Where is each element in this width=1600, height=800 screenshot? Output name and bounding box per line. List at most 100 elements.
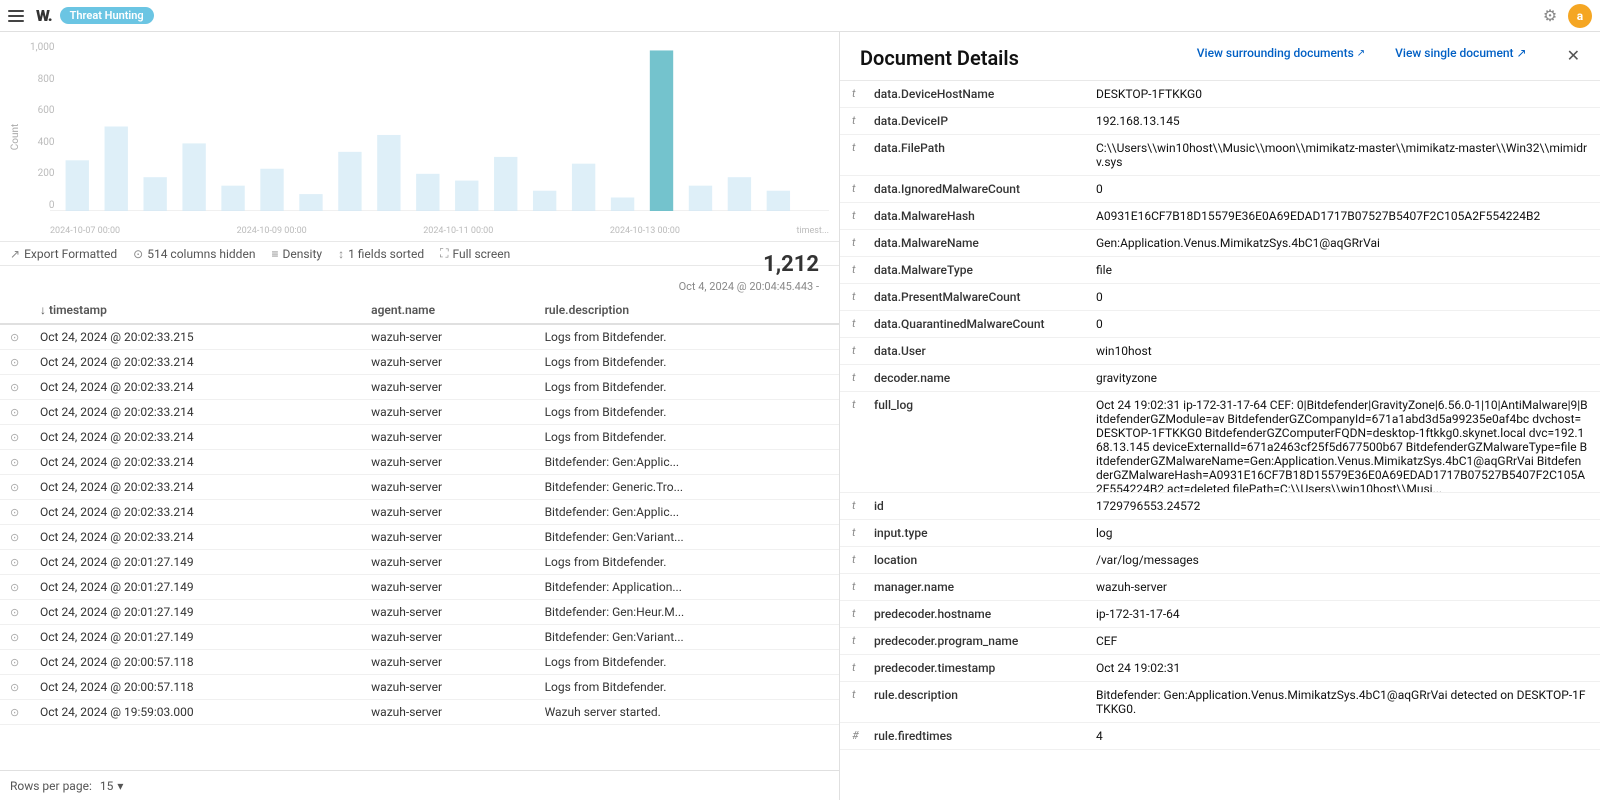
sort-button[interactable]: ↕ 1 fields sorted: [338, 247, 424, 261]
row-expand-icon[interactable]: ⊙: [10, 331, 19, 344]
field-name-cell: data.User: [864, 338, 1084, 365]
row-expand-icon[interactable]: ⊙: [10, 706, 19, 719]
row-expand-icon[interactable]: ⊙: [10, 506, 19, 519]
col-expand: [0, 297, 30, 324]
app-name-badge: Threat Hunting: [60, 7, 154, 24]
table-row[interactable]: ⊙ Oct 24, 2024 @ 20:02:33.214 wazuh-serv…: [0, 350, 839, 375]
field-value-cell: ip-172-31-17-64: [1084, 601, 1600, 628]
table-row[interactable]: ⊙ Oct 24, 2024 @ 20:01:27.149 wazuh-serv…: [0, 575, 839, 600]
cell-rule-description: Logs from Bitdefender.: [535, 650, 839, 675]
field-type-icon: #: [852, 729, 859, 742]
view-surrounding-link[interactable]: View surrounding documents ↗: [1197, 46, 1365, 60]
doc-fields-wrapper[interactable]: t data.DeviceHostName DESKTOP-1FTKKG0 t …: [840, 81, 1600, 800]
table-row[interactable]: ⊙ Oct 24, 2024 @ 20:02:33.214 wazuh-serv…: [0, 400, 839, 425]
table-row[interactable]: ⊙ Oct 24, 2024 @ 20:02:33.214 wazuh-serv…: [0, 475, 839, 500]
table-row[interactable]: ⊙ Oct 24, 2024 @ 20:01:27.149 wazuh-serv…: [0, 600, 839, 625]
row-expand-icon[interactable]: ⊙: [10, 556, 19, 569]
table-row[interactable]: ⊙ Oct 24, 2024 @ 20:02:33.214 wazuh-serv…: [0, 375, 839, 400]
view-single-link[interactable]: View single document ↗: [1395, 46, 1526, 60]
cell-agent-name: wazuh-server: [361, 525, 534, 550]
export-button[interactable]: ↗ Export Formatted: [10, 247, 117, 261]
columns-hidden-button[interactable]: ⊙ 514 columns hidden: [133, 247, 255, 261]
columns-icon: ⊙: [133, 247, 143, 261]
table-row[interactable]: ⊙ Oct 24, 2024 @ 20:00:57.118 wazuh-serv…: [0, 675, 839, 700]
field-icon-cell: t: [840, 176, 864, 203]
avatar[interactable]: a: [1568, 4, 1592, 28]
row-expand-icon[interactable]: ⊙: [10, 381, 19, 394]
field-icon-cell: t: [840, 392, 864, 493]
row-expand-cell: ⊙: [0, 425, 30, 450]
table-row[interactable]: ⊙ Oct 24, 2024 @ 20:00:57.118 wazuh-serv…: [0, 650, 839, 675]
row-expand-icon[interactable]: ⊙: [10, 656, 19, 669]
rows-per-page-select[interactable]: 15 ▾: [100, 779, 124, 793]
table-row[interactable]: ⊙ Oct 24, 2024 @ 20:02:33.214 wazuh-serv…: [0, 500, 839, 525]
field-type-icon: t: [852, 141, 856, 154]
density-label: Density: [282, 247, 322, 261]
cell-rule-description: Logs from Bitdefender.: [535, 324, 839, 350]
table-row[interactable]: ⊙ Oct 24, 2024 @ 20:01:27.149 wazuh-serv…: [0, 550, 839, 575]
view-surrounding-label: View surrounding documents: [1197, 46, 1354, 60]
row-expand-icon[interactable]: ⊙: [10, 606, 19, 619]
row-expand-icon[interactable]: ⊙: [10, 531, 19, 544]
data-table-wrapper[interactable]: ↓ timestamp agent.name rule.description …: [0, 297, 839, 770]
field-row: t predecoder.program_name CEF: [840, 628, 1600, 655]
field-name-cell: rule.description: [864, 682, 1084, 723]
table-row[interactable]: ⊙ Oct 24, 2024 @ 20:02:33.214 wazuh-serv…: [0, 450, 839, 475]
close-button[interactable]: ✕: [1557, 46, 1580, 66]
cell-timestamp: Oct 24, 2024 @ 20:02:33.214: [30, 475, 361, 500]
field-row: t id 1729796553.24572: [840, 493, 1600, 520]
table-row[interactable]: ⊙ Oct 24, 2024 @ 20:02:33.214 wazuh-serv…: [0, 525, 839, 550]
row-expand-cell: ⊙: [0, 575, 30, 600]
table-row[interactable]: ⊙ Oct 24, 2024 @ 19:59:03.000 wazuh-serv…: [0, 700, 839, 725]
cell-timestamp: Oct 24, 2024 @ 20:01:27.149: [30, 575, 361, 600]
cell-timestamp: Oct 24, 2024 @ 20:02:33.214: [30, 450, 361, 475]
row-expand-cell: ⊙: [0, 525, 30, 550]
export-icon: ↗: [10, 247, 20, 261]
field-value-cell: log: [1084, 520, 1600, 547]
cell-rule-description: Logs from Bitdefender.: [535, 550, 839, 575]
cell-rule-description: Logs from Bitdefender.: [535, 425, 839, 450]
table-row[interactable]: ⊙ Oct 24, 2024 @ 20:02:33.215 wazuh-serv…: [0, 324, 839, 350]
row-expand-cell: ⊙: [0, 324, 30, 350]
table-row[interactable]: ⊙ Oct 24, 2024 @ 20:01:27.149 wazuh-serv…: [0, 625, 839, 650]
cell-agent-name: wazuh-server: [361, 650, 534, 675]
export-label: Export Formatted: [24, 247, 117, 261]
row-expand-icon[interactable]: ⊙: [10, 356, 19, 369]
field-type-icon: t: [852, 526, 856, 539]
fullscreen-label: Full screen: [453, 247, 511, 261]
field-type-icon: t: [852, 87, 856, 100]
field-name-cell: data.FilePath: [864, 135, 1084, 176]
fullscreen-button[interactable]: ⛶ Full screen: [440, 246, 510, 261]
cell-rule-description: Bitdefender: Gen:Variant...: [535, 525, 839, 550]
cell-timestamp: Oct 24, 2024 @ 20:00:57.118: [30, 650, 361, 675]
row-expand-icon[interactable]: ⊙: [10, 406, 19, 419]
field-type-icon: t: [852, 236, 856, 249]
col-timestamp[interactable]: ↓ timestamp: [30, 297, 361, 324]
row-expand-icon[interactable]: ⊙: [10, 581, 19, 594]
cell-agent-name: wazuh-server: [361, 324, 534, 350]
row-expand-icon[interactable]: ⊙: [10, 431, 19, 444]
field-type-icon: t: [852, 344, 856, 357]
columns-hidden-label: 514 columns hidden: [147, 247, 255, 261]
field-row: t data.FilePath C:\\Users\\win10host\\Mu…: [840, 135, 1600, 176]
cell-agent-name: wazuh-server: [361, 425, 534, 450]
density-button[interactable]: ≡ Density: [271, 247, 322, 261]
col-agent-name-label: agent.name: [371, 303, 435, 317]
row-expand-icon[interactable]: ⊙: [10, 681, 19, 694]
x-tick-1: 2024-10-07 00:00: [50, 226, 120, 236]
table-row[interactable]: ⊙ Oct 24, 2024 @ 20:02:33.214 wazuh-serv…: [0, 425, 839, 450]
field-type-icon: t: [852, 317, 856, 330]
row-expand-icon[interactable]: ⊙: [10, 631, 19, 644]
settings-icon[interactable]: ⚙: [1540, 6, 1560, 26]
field-icon-cell: t: [840, 230, 864, 257]
row-expand-icon[interactable]: ⊙: [10, 481, 19, 494]
col-rule-description[interactable]: rule.description: [535, 297, 839, 324]
field-type-icon: t: [852, 499, 856, 512]
row-expand-icon[interactable]: ⊙: [10, 456, 19, 469]
field-type-icon: t: [852, 371, 856, 384]
col-agent-name[interactable]: agent.name: [361, 297, 534, 324]
field-type-icon: t: [852, 634, 856, 647]
field-value-cell: 4: [1084, 723, 1600, 750]
cell-rule-description: Bitdefender: Application...: [535, 575, 839, 600]
menu-icon[interactable]: [8, 6, 28, 26]
